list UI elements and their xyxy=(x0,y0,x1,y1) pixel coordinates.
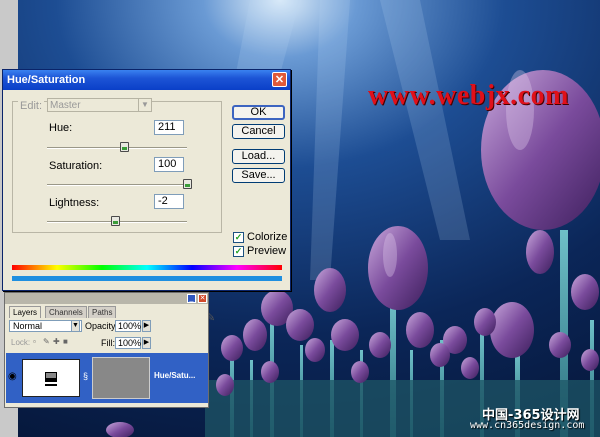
saturation-slider-thumb[interactable] xyxy=(182,179,192,189)
layer-name: Hue/Satu... xyxy=(154,371,196,380)
watermark-cn-url: www.cn365design.com xyxy=(470,420,585,431)
lock-brush-icon[interactable]: ✎ xyxy=(43,338,51,346)
hue-saturation-dialog: Hue/Saturation ✕ Edit: Master ▼ Hue: 211… xyxy=(2,69,291,324)
layer-mask-thumbnail[interactable] xyxy=(92,357,150,399)
chain-link-icon[interactable]: § xyxy=(83,371,89,383)
hue-slider-track[interactable] xyxy=(47,147,187,149)
lock-label: Lock: xyxy=(11,338,31,347)
blend-mode-value: Normal xyxy=(13,321,43,331)
minimize-icon[interactable]: _ xyxy=(187,294,196,303)
hue-slider-thumb[interactable] xyxy=(119,142,129,152)
output-spectrum-bar xyxy=(12,276,282,281)
fill-label: Fill: xyxy=(101,338,115,348)
opacity-arrow-icon[interactable]: ▶ xyxy=(142,320,151,332)
chevron-down-icon: ▼ xyxy=(138,99,151,111)
load-button[interactable]: Load... xyxy=(232,149,285,164)
saturation-input[interactable]: 100 xyxy=(154,157,184,172)
tab-layers[interactable]: Layers xyxy=(9,306,42,318)
adjust-group xyxy=(12,101,222,233)
lock-move-icon[interactable]: ✚ xyxy=(53,338,61,346)
close-icon[interactable]: ✕ xyxy=(272,72,287,87)
hue-label: Hue: xyxy=(49,122,73,134)
opacity-input[interactable]: 100% xyxy=(115,320,141,332)
tab-paths[interactable]: Paths xyxy=(88,306,117,318)
edit-select[interactable]: Master ▼ xyxy=(47,98,152,112)
adjustment-thumbnail xyxy=(22,359,80,397)
layer-row-hue-saturation[interactable]: ◉ § Hue/Satu... xyxy=(6,353,208,403)
fill-arrow-icon[interactable]: ▶ xyxy=(142,337,151,349)
chevron-down-icon[interactable]: ▼ xyxy=(71,320,80,332)
lightness-label: Lightness: xyxy=(49,197,100,209)
hue-input[interactable]: 211 xyxy=(154,120,184,135)
saturation-label: Saturation: xyxy=(49,160,103,172)
layers-panel-titlebar[interactable]: _ ✕ xyxy=(5,293,208,304)
preview-checkbox[interactable]: ✓ xyxy=(233,246,244,257)
save-button[interactable]: Save... xyxy=(232,168,285,183)
layers-panel: _ ✕ Layers Channels Paths Normal ▼ Opaci… xyxy=(4,292,209,408)
close-icon[interactable]: ✕ xyxy=(198,294,207,303)
lock-transparency-icon[interactable]: ▫ xyxy=(33,338,41,346)
watermark-site: www.webjx.com xyxy=(368,80,569,111)
input-spectrum-bar xyxy=(12,265,282,270)
colorize-label: Colorize xyxy=(247,231,288,243)
tab-channels[interactable]: Channels xyxy=(45,306,87,318)
opacity-label: Opacity: xyxy=(85,321,119,331)
edit-label: Edit: xyxy=(18,100,45,112)
lightness-slider-thumb[interactable] xyxy=(111,216,121,226)
cancel-button[interactable]: Cancel xyxy=(232,124,285,139)
adjustment-icon xyxy=(45,372,57,386)
fill-input[interactable]: 100% xyxy=(115,337,141,349)
dialog-title-bar[interactable]: Hue/Saturation ✕ xyxy=(3,70,290,90)
saturation-slider-track[interactable] xyxy=(47,184,187,186)
ok-button[interactable]: OK xyxy=(232,105,285,120)
colorize-checkbox[interactable]: ✓ xyxy=(233,232,244,243)
edit-select-value: Master xyxy=(50,100,81,111)
dialog-title: Hue/Saturation xyxy=(7,74,86,86)
lightness-input[interactable]: -2 xyxy=(154,194,184,209)
preview-label: Preview xyxy=(247,245,287,257)
lock-icon[interactable]: ■ xyxy=(63,338,71,346)
eye-icon[interactable]: ◉ xyxy=(8,371,17,382)
